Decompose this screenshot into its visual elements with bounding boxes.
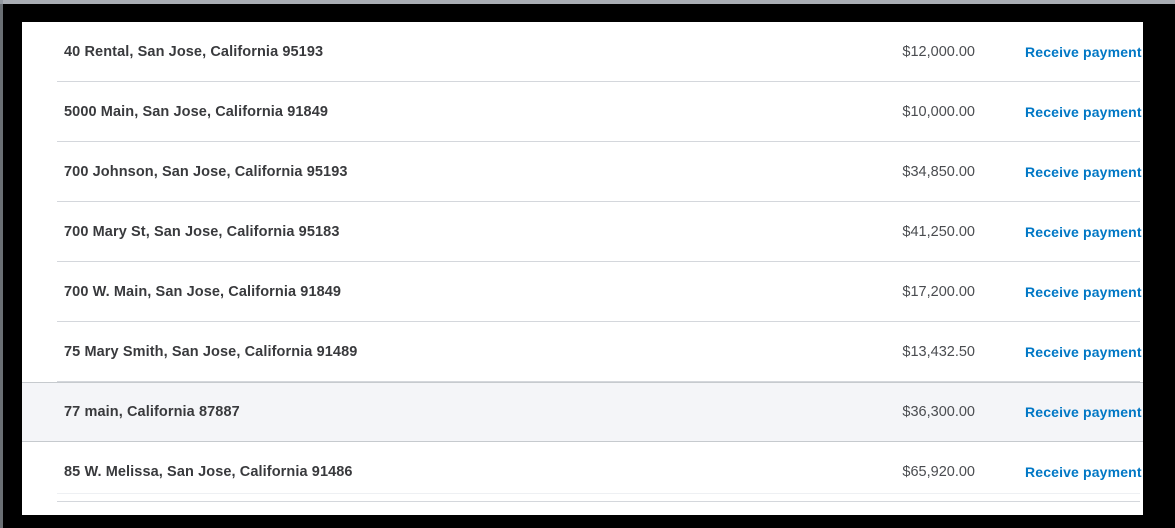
row-amount: $17,200.00 [795,284,975,300]
clipped-row-divider [57,493,1140,494]
row-action-cell: Receive payment [975,344,1143,360]
row-action-cell: Receive payment [975,464,1143,480]
receivables-row-list: 40 Rental, San Jose, California 95193$12… [22,22,1143,502]
row-amount: $36,300.00 [795,404,975,420]
row-address: 5000 Main, San Jose, California 91849 [22,104,795,120]
row-address: 77 main, California 87887 [22,404,795,420]
receive-payment-link[interactable]: Receive payment [1025,404,1142,420]
table-row[interactable]: 700 W. Main, San Jose, California 91849$… [22,262,1143,322]
receivables-list-panel: 40 Rental, San Jose, California 95193$12… [22,22,1143,515]
row-amount: $10,000.00 [795,104,975,120]
receive-payment-link[interactable]: Receive payment [1025,44,1142,60]
row-amount: $34,850.00 [795,164,975,180]
receive-payment-link[interactable]: Receive payment [1025,164,1142,180]
table-row[interactable]: 700 Mary St, San Jose, California 95183$… [22,202,1143,262]
row-action-cell: Receive payment [975,44,1143,60]
frame-left-edge [0,0,3,528]
table-row[interactable]: 40 Rental, San Jose, California 95193$12… [22,22,1143,82]
receive-payment-link[interactable]: Receive payment [1025,104,1142,120]
app-frame: 40 Rental, San Jose, California 95193$12… [0,0,1175,528]
row-action-cell: Receive payment [975,224,1143,240]
row-address: 700 Mary St, San Jose, California 95183 [22,224,795,240]
row-address: 85 W. Melissa, San Jose, California 9148… [22,464,795,480]
receive-payment-link[interactable]: Receive payment [1025,344,1142,360]
row-amount: $41,250.00 [795,224,975,240]
row-address: 700 W. Main, San Jose, California 91849 [22,284,795,300]
row-action-cell: Receive payment [975,404,1143,420]
row-action-cell: Receive payment [975,284,1143,300]
table-row[interactable]: 75 Mary Smith, San Jose, California 9148… [22,322,1143,382]
row-address: 700 Johnson, San Jose, California 95193 [22,164,795,180]
table-row[interactable]: 5000 Main, San Jose, California 91849$10… [22,82,1143,142]
receive-payment-link[interactable]: Receive payment [1025,224,1142,240]
row-address: 75 Mary Smith, San Jose, California 9148… [22,344,795,360]
row-address: 40 Rental, San Jose, California 95193 [22,44,795,60]
frame-top-edge [0,0,1175,4]
row-amount: $13,432.50 [795,344,975,360]
table-row[interactable]: 77 main, California 87887$36,300.00 Recei… [22,382,1143,442]
row-action-cell: Receive payment [975,164,1143,180]
row-divider [57,501,1140,502]
row-amount: $65,920.00 [795,464,975,480]
receive-payment-link[interactable]: Receive payment [1025,464,1142,480]
row-action-cell: Receive payment [975,104,1143,120]
receive-payment-link[interactable]: Receive payment [1025,284,1142,300]
row-amount: $12,000.00 [795,44,975,60]
table-row[interactable]: 700 Johnson, San Jose, California 95193$… [22,142,1143,202]
